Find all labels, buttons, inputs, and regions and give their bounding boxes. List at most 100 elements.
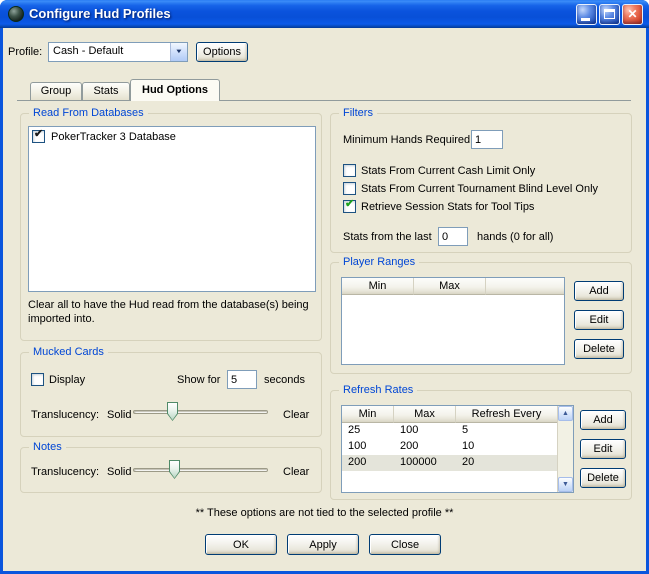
scroll-down-icon[interactable]: ▼: [558, 477, 573, 492]
cash-limit-only-label: Stats From Current Cash Limit Only: [361, 165, 536, 177]
refresh-rates-header: Min Max Refresh Every: [342, 406, 557, 423]
player-ranges-col-max[interactable]: Max: [414, 278, 486, 295]
cell-refresh-every: 20: [462, 456, 475, 468]
database-listbox[interactable]: ✔ PokerTracker 3 Database: [28, 126, 316, 292]
refresh-rates-table[interactable]: Min Max Refresh Every 25 100 5 100 200 1…: [341, 405, 574, 493]
notes-slider-track[interactable]: [133, 468, 268, 472]
display-label: Display: [49, 374, 86, 386]
stats-last-input[interactable]: [438, 227, 468, 246]
cell-min: 200: [348, 456, 367, 468]
title-bar[interactable]: Configure Hud Profiles ✕: [0, 0, 649, 28]
mucked-translucency-label: Translucency:: [31, 409, 100, 421]
player-ranges-title: Player Ranges: [339, 256, 420, 269]
cell-min: 100: [348, 440, 367, 452]
mucked-translucency-slider[interactable]: [133, 402, 268, 422]
check-icon: ✔: [345, 198, 355, 210]
player-ranges-add-button[interactable]: Add: [574, 281, 624, 301]
window-title: Configure Hud Profiles: [29, 6, 171, 21]
database-list-item[interactable]: ✔ PokerTracker 3 Database: [29, 127, 315, 145]
player-ranges-edit-button[interactable]: Edit: [574, 310, 624, 330]
minimize-button[interactable]: [576, 4, 597, 25]
player-ranges-col-filler: [486, 278, 564, 295]
maximize-icon: [604, 9, 615, 19]
minimum-hands-input[interactable]: [471, 130, 503, 149]
mucked-slider-track[interactable]: [133, 410, 268, 414]
check-icon: ✔: [34, 128, 44, 140]
tab-stats[interactable]: Stats: [82, 82, 130, 100]
scroll-up-icon[interactable]: ▲: [558, 406, 573, 421]
dialog-body: Profile: Cash - Default ▼ Options Group …: [3, 28, 646, 571]
refresh-rates-row[interactable]: 100 200 10: [342, 439, 557, 455]
tab-hud-options[interactable]: Hud Options: [130, 79, 220, 101]
close-button[interactable]: ✕: [622, 4, 643, 25]
tournament-blind-level-label: Stats From Current Tournament Blind Leve…: [361, 183, 599, 195]
player-ranges-delete-button[interactable]: Delete: [574, 339, 624, 359]
display-checkbox[interactable]: [31, 373, 44, 386]
database-checkbox[interactable]: ✔: [32, 128, 45, 143]
profile-dropdown[interactable]: Cash - Default ▼: [48, 42, 188, 62]
ok-button[interactable]: OK: [205, 534, 277, 555]
stats-last-label: Stats from the last: [343, 231, 432, 243]
read-from-databases-title: Read From Databases: [29, 107, 148, 120]
refresh-rates-table-main: Min Max Refresh Every 25 100 5 100 200 1…: [342, 406, 557, 492]
notes-translucency-slider[interactable]: [133, 460, 268, 480]
cell-max: 100: [400, 424, 419, 436]
mucked-cards-group: Mucked Cards Display Show for seconds Tr…: [20, 346, 322, 437]
filters-group: Filters Minimum Hands Required: Stats Fr…: [330, 107, 632, 253]
close-dialog-button[interactable]: Close: [369, 534, 441, 555]
notes-solid-label: Solid: [107, 466, 132, 478]
player-ranges-table-main: Min Max: [342, 278, 564, 364]
notes-clear-label: Clear: [283, 466, 310, 478]
refresh-rates-col-min[interactable]: Min: [342, 406, 394, 423]
refresh-rates-row[interactable]: 25 100 5: [342, 423, 557, 439]
refresh-rates-add-button[interactable]: Add: [580, 410, 626, 430]
refresh-rates-title: Refresh Rates: [339, 384, 418, 397]
refresh-rates-row[interactable]: 200 100000 20: [342, 455, 557, 471]
refresh-rates-delete-button[interactable]: Delete: [580, 468, 626, 488]
player-ranges-col-min[interactable]: Min: [342, 278, 414, 295]
tab-group[interactable]: Group: [30, 82, 82, 100]
cell-refresh-every: 5: [462, 424, 469, 436]
mucked-solid-label: Solid: [107, 409, 132, 421]
footer-note: ** These options are not tied to the sel…: [195, 507, 454, 519]
profile-dropdown-arrow-button[interactable]: ▼: [170, 43, 187, 61]
notes-group: Notes Translucency: Solid Clear: [20, 441, 322, 493]
profile-label: Profile:: [8, 46, 43, 58]
filters-title: Filters: [339, 107, 377, 120]
session-stats-tooltips-label: Retrieve Session Stats for Tool Tips: [361, 201, 535, 213]
databases-note: Clear all to have the Hud read from the …: [28, 299, 309, 325]
refresh-rates-col-max[interactable]: Max: [394, 406, 456, 423]
mucked-cards-title: Mucked Cards: [29, 346, 108, 359]
refresh-rates-group: Refresh Rates Min Max Refresh Every 25 1…: [330, 384, 632, 500]
notes-translucency-label: Translucency:: [31, 466, 100, 478]
cell-refresh-every: 10: [462, 440, 475, 452]
show-for-input[interactable]: [227, 370, 257, 389]
tab-baseline: [17, 100, 631, 101]
cell-max: 100000: [400, 456, 437, 468]
cell-max: 200: [400, 440, 419, 452]
notes-slider-thumb[interactable]: [169, 460, 180, 479]
apply-button[interactable]: Apply: [287, 534, 359, 555]
read-from-databases-group: Read From Databases ✔ PokerTracker 3 Dat…: [20, 107, 322, 341]
app-icon: [8, 6, 24, 22]
notes-title: Notes: [29, 441, 66, 454]
mucked-slider-thumb[interactable]: [167, 402, 178, 421]
maximize-button[interactable]: [599, 4, 620, 25]
window-controls: ✕: [576, 4, 643, 25]
configure-hud-profiles-window: Configure Hud Profiles ✕ Profile: Cash -…: [0, 0, 649, 574]
tournament-blind-level-checkbox[interactable]: [343, 182, 356, 195]
options-button[interactable]: Options: [196, 42, 248, 62]
stats-last-suffix-label: hands (0 for all): [477, 231, 554, 243]
minimize-icon: [581, 18, 590, 21]
minimum-hands-label: Minimum Hands Required:: [343, 134, 474, 146]
close-icon: ✕: [627, 7, 638, 21]
cell-min: 25: [348, 424, 361, 436]
player-ranges-table[interactable]: Min Max: [341, 277, 565, 365]
cash-limit-only-checkbox[interactable]: [343, 164, 356, 177]
session-stats-tooltips-checkbox[interactable]: ✔: [343, 198, 356, 213]
refresh-rates-edit-button[interactable]: Edit: [580, 439, 626, 459]
show-for-label: Show for: [177, 374, 221, 386]
refresh-rates-scrollbar[interactable]: ▲ ▼: [557, 406, 573, 492]
refresh-rates-col-refresh-every[interactable]: Refresh Every: [456, 406, 557, 423]
chevron-down-icon: ▼: [174, 49, 184, 55]
